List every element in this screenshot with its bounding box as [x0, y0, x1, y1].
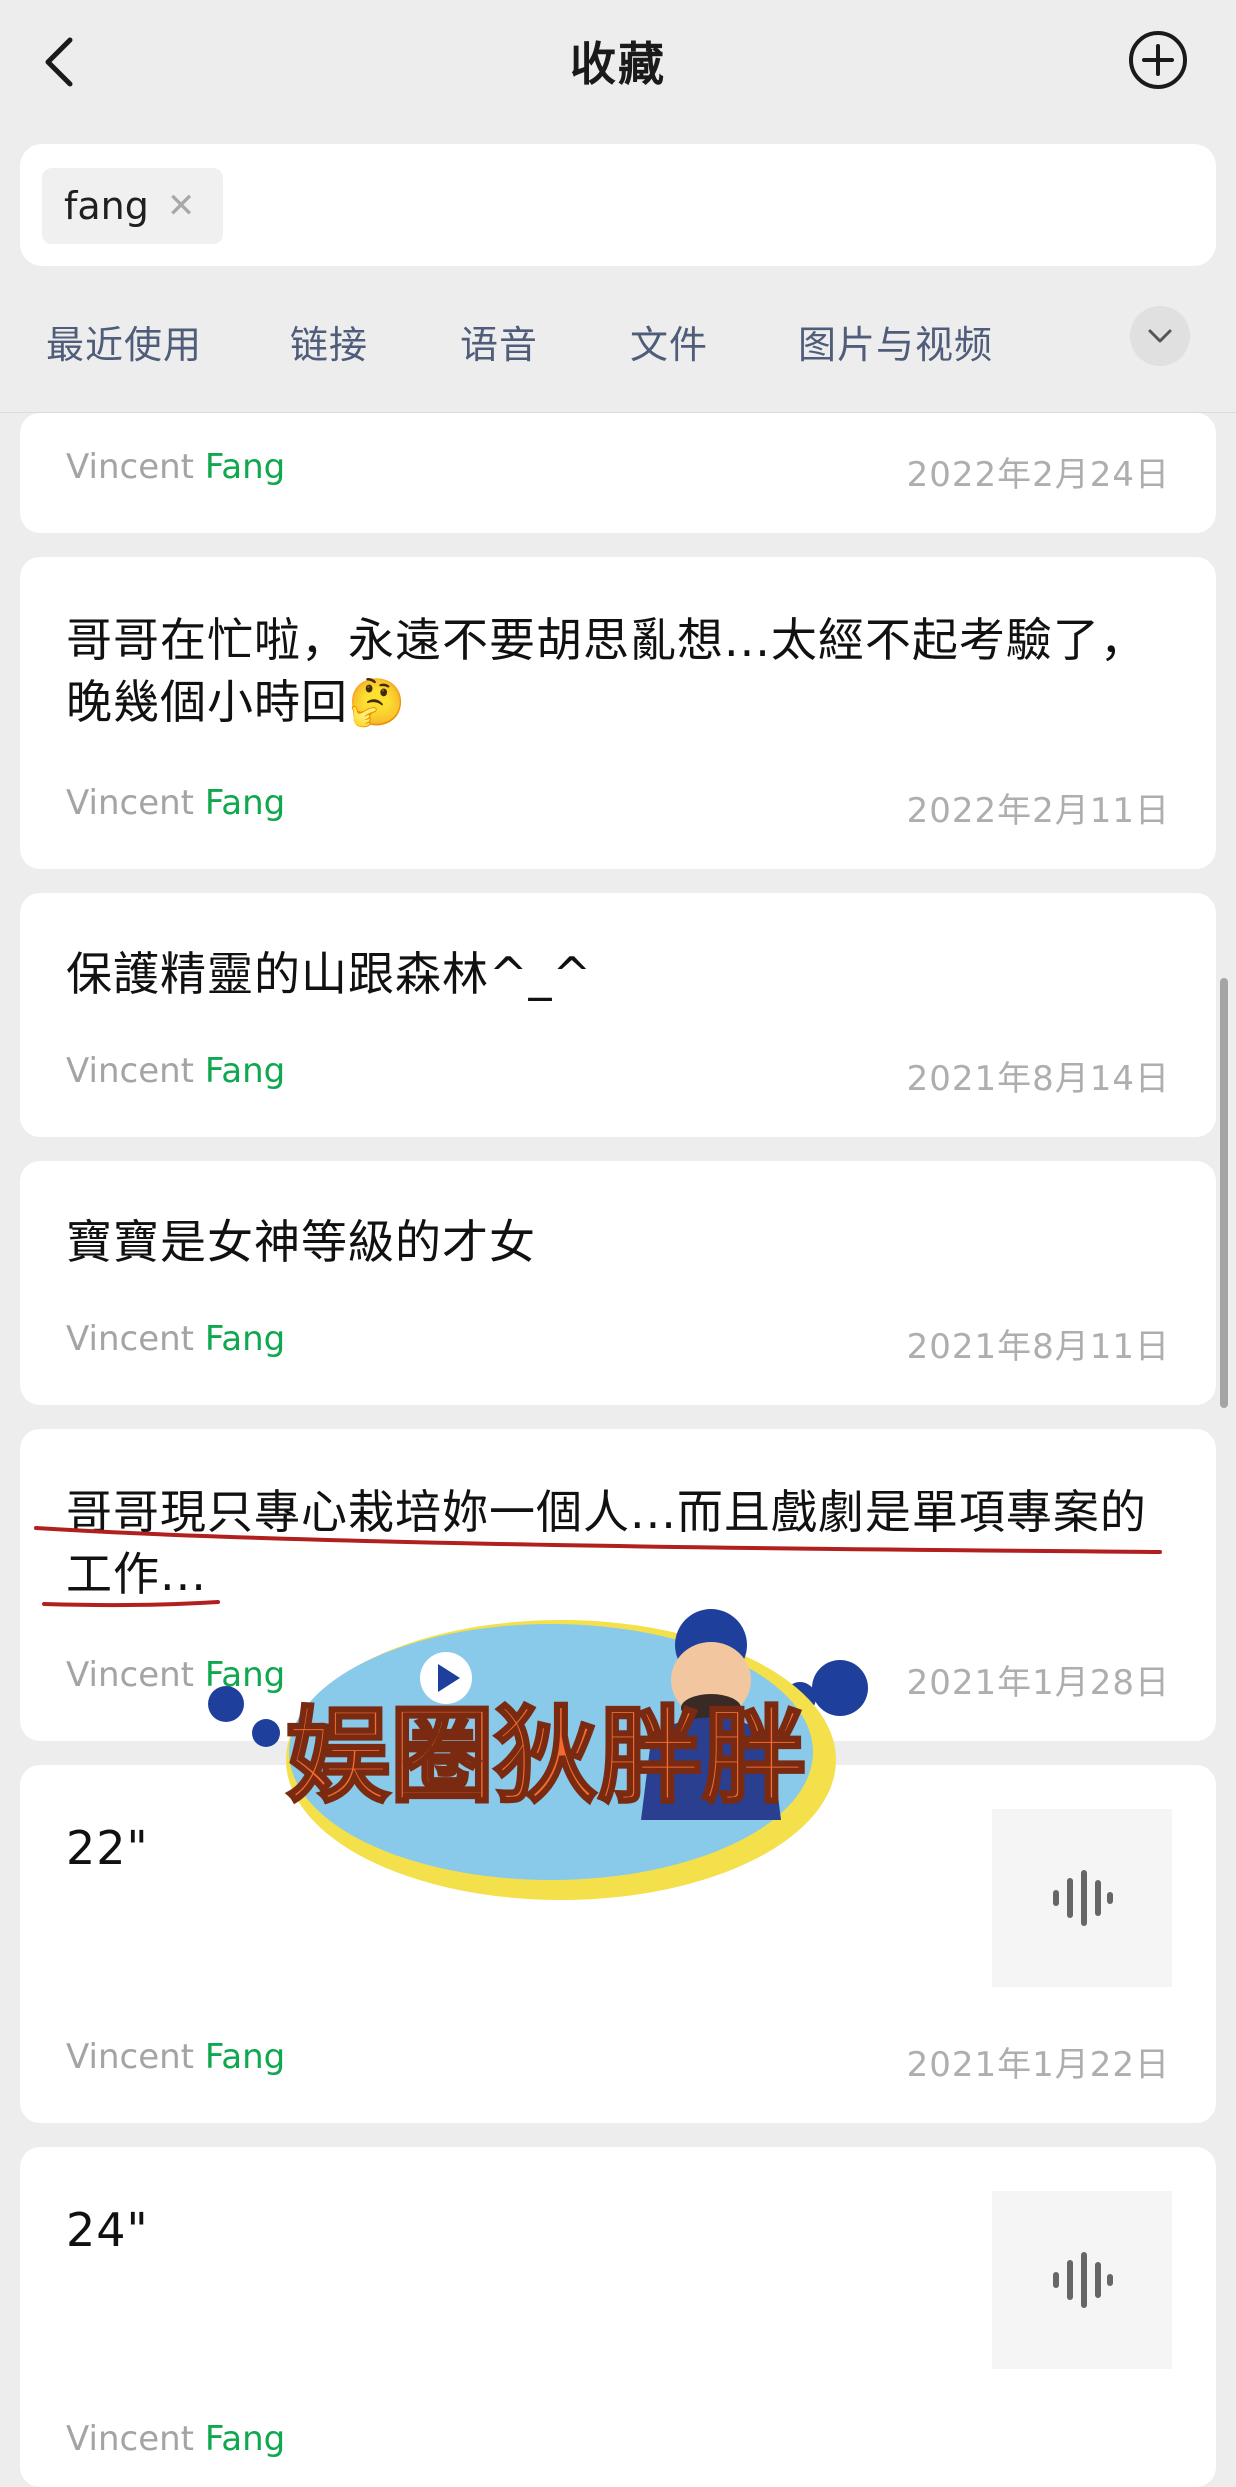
sticker-logo: 娱圈狄胖胖 — [208, 1609, 868, 1900]
red-underline-annotation — [34, 1526, 1162, 1608]
sticker-text: 娱圈狄胖胖 — [286, 1695, 806, 1817]
